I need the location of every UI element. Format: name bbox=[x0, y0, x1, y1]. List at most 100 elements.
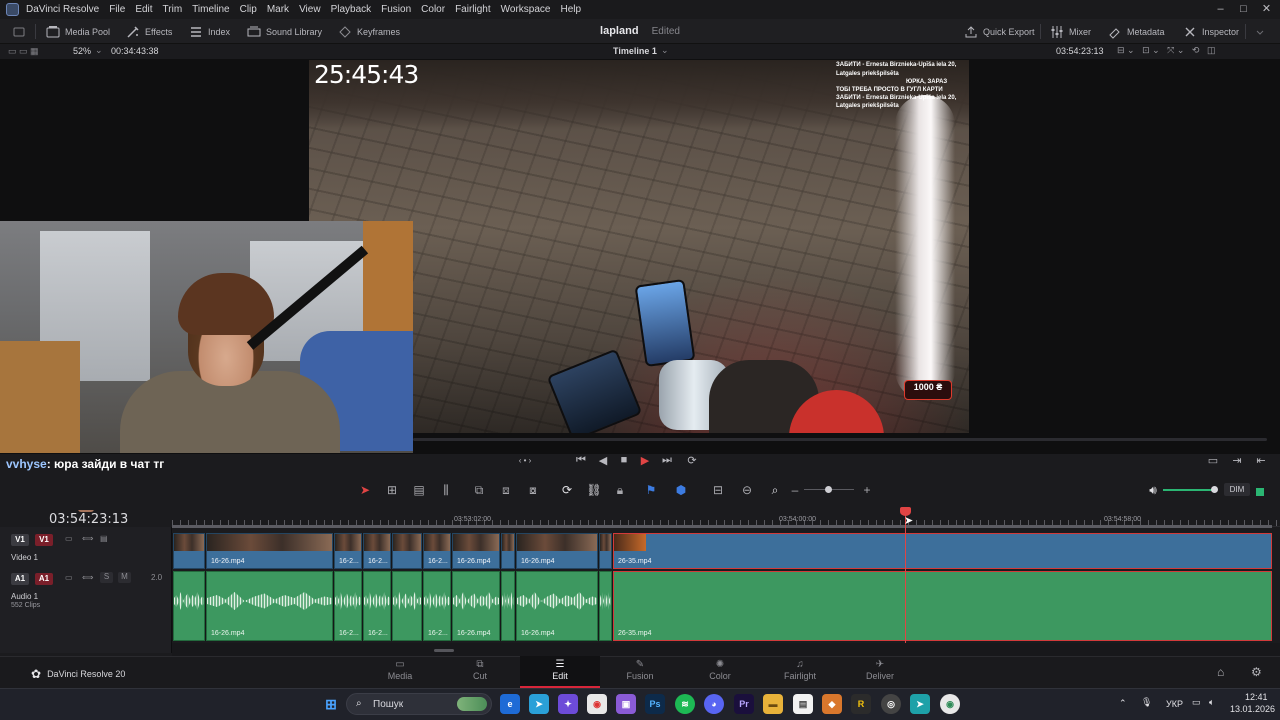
video-clip[interactable]: 16-2... bbox=[423, 533, 451, 569]
audio-clip[interactable]: 16-2... bbox=[334, 571, 362, 641]
copilot-icon[interactable]: ✦ bbox=[558, 694, 578, 714]
menu-playback[interactable]: Playback bbox=[326, 0, 377, 19]
notepad-icon[interactable]: ▤ bbox=[793, 694, 813, 714]
menu-fusion[interactable]: Fusion bbox=[376, 0, 416, 19]
tray-chevron-icon[interactable]: ⌃ bbox=[1119, 698, 1127, 709]
auto-select-icon[interactable]: ⟺ bbox=[82, 573, 93, 582]
menu-mark[interactable]: Mark bbox=[262, 0, 294, 19]
marker-icon[interactable]: ⬢ bbox=[672, 481, 690, 499]
menu-view[interactable]: View bbox=[294, 0, 326, 19]
volume-slider-handle[interactable] bbox=[1211, 486, 1218, 493]
lock-track-icon[interactable]: ▭ bbox=[65, 573, 73, 582]
zoom-detail-icon[interactable]: ⊖ bbox=[738, 481, 756, 499]
linked-selection-icon[interactable]: ⛓ bbox=[585, 481, 603, 499]
solo-button[interactable]: S bbox=[100, 572, 113, 583]
mute-button[interactable]: M bbox=[118, 572, 131, 583]
chrome-icon[interactable]: ◉ bbox=[587, 694, 607, 714]
discord-icon[interactable]: ◕ bbox=[704, 694, 724, 714]
menu-help[interactable]: Help bbox=[555, 0, 586, 19]
track-monitor-icon[interactable]: ▤ bbox=[100, 534, 108, 543]
effects-button[interactable]: Effects bbox=[126, 19, 172, 44]
v1-source-badge[interactable]: V1 bbox=[11, 534, 29, 546]
audio-clip[interactable] bbox=[392, 571, 422, 641]
tab-color[interactable]: ✺ Color bbox=[680, 656, 760, 688]
timeline-scrollbar[interactable] bbox=[172, 643, 1280, 656]
keyframes-button[interactable]: Keyframes bbox=[338, 19, 400, 44]
spotify-icon[interactable]: ≋ bbox=[675, 694, 695, 714]
audio-clip[interactable] bbox=[599, 571, 612, 641]
inspector-button[interactable]: Inspector bbox=[1183, 19, 1239, 44]
playhead[interactable] bbox=[905, 513, 906, 643]
reverse-icon[interactable]: ◀ bbox=[595, 452, 611, 468]
viewer-zoom[interactable]: 52% bbox=[73, 46, 91, 56]
loop-icon[interactable]: ⟳ bbox=[684, 452, 700, 468]
chrome-profile-icon[interactable]: ◉ bbox=[940, 694, 960, 714]
video-clip[interactable]: 16-26.mp4 bbox=[452, 533, 500, 569]
quick-export-button[interactable]: Quick Export bbox=[964, 19, 1035, 44]
tab-fairlight[interactable]: ♫ Fairlight bbox=[760, 656, 840, 688]
edge-icon[interactable]: e bbox=[500, 694, 520, 714]
volume-slider[interactable] bbox=[1163, 489, 1213, 491]
tab-fusion[interactable]: ✎ Fusion bbox=[600, 656, 680, 688]
replace-clip-icon[interactable]: ⧇ bbox=[524, 481, 542, 499]
menu-trim[interactable]: Trim bbox=[158, 0, 188, 19]
insert-clip-icon[interactable]: ⧉ bbox=[470, 481, 488, 499]
app-r-icon[interactable]: R bbox=[851, 694, 871, 714]
zoom-slider-handle[interactable] bbox=[825, 486, 832, 493]
overwrite-clip-icon[interactable]: ⧈ bbox=[497, 481, 515, 499]
next-edit-icon[interactable]: ⇥ bbox=[1229, 452, 1245, 468]
audio-clip-selected[interactable]: 26-35.mp4 bbox=[613, 571, 1272, 641]
trim-tool-icon[interactable]: ⊞ bbox=[383, 481, 401, 499]
lock-icon[interactable]: 🔒︎ bbox=[611, 481, 629, 499]
a1-source-badge[interactable]: A1 bbox=[11, 573, 29, 585]
dim-button[interactable]: DIM bbox=[1224, 483, 1250, 496]
audio-clip[interactable]: 16-26.mp4 bbox=[516, 571, 598, 641]
timeline-name[interactable]: Timeline 1 bbox=[613, 46, 657, 56]
maximize-icon[interactable]: □ bbox=[1236, 2, 1251, 17]
flag-icon[interactable]: ⚑ bbox=[642, 481, 660, 499]
speaker-icon[interactable]: 🔈︎ bbox=[1209, 697, 1214, 708]
snapping-icon[interactable]: ⟳ bbox=[558, 481, 576, 499]
video-clip[interactable] bbox=[173, 533, 205, 569]
close-icon[interactable]: ✕ bbox=[1259, 2, 1274, 17]
zoom-full-icon[interactable]: ⊟ bbox=[709, 481, 727, 499]
stop-icon[interactable]: ■ bbox=[616, 452, 632, 468]
audio-clip[interactable]: 16-2... bbox=[423, 571, 451, 641]
language-indicator[interactable]: УКР bbox=[1166, 699, 1183, 709]
file-explorer-icon[interactable]: ▬ bbox=[763, 694, 783, 714]
mixer-button[interactable]: Mixer bbox=[1050, 19, 1091, 44]
home-icon[interactable]: ⌂ bbox=[1217, 665, 1224, 679]
audio-clip[interactable] bbox=[501, 571, 515, 641]
video-clip[interactable]: 16-2... bbox=[334, 533, 362, 569]
audio-clip[interactable]: 16-2... bbox=[363, 571, 391, 641]
menu-clip[interactable]: Clip bbox=[235, 0, 262, 19]
video-clip[interactable] bbox=[599, 533, 612, 569]
windows-start-icon[interactable]: ⊞ bbox=[321, 694, 341, 714]
taskbar-search[interactable]: ⌕ Пошук bbox=[346, 693, 492, 715]
tab-edit[interactable]: ☰ Edit bbox=[520, 656, 600, 688]
clock-time[interactable]: 12:41 bbox=[1245, 692, 1268, 702]
go-to-end-icon[interactable]: ⏭ bbox=[659, 452, 675, 468]
microphone-icon[interactable]: 🎙︎ bbox=[1141, 697, 1152, 708]
toggle-panel-icon[interactable] bbox=[12, 19, 26, 44]
menu-fairlight[interactable]: Fairlight bbox=[450, 0, 496, 19]
fl-studio-icon[interactable]: ◆ bbox=[822, 694, 842, 714]
video-clip[interactable] bbox=[392, 533, 422, 569]
zoom-out-icon[interactable]: – bbox=[786, 481, 804, 499]
media-pool-button[interactable]: Media Pool bbox=[46, 19, 110, 44]
menu-edit[interactable]: Edit bbox=[130, 0, 157, 19]
index-button[interactable]: Index bbox=[189, 19, 230, 44]
v1-dest-badge[interactable]: V1 bbox=[35, 534, 53, 546]
audio-clip[interactable]: 16-26.mp4 bbox=[452, 571, 500, 641]
dynamic-trim-icon[interactable]: ▤ bbox=[410, 481, 428, 499]
viewer-layout-icon[interactable]: ▭ ▭ ▦ bbox=[8, 46, 39, 57]
collapse-panel-icon[interactable] bbox=[1253, 19, 1267, 44]
audio-clip[interactable] bbox=[173, 571, 205, 641]
tab-cut[interactable]: ⧉ Cut bbox=[440, 656, 520, 688]
blade-tool-icon[interactable]: ⫼ bbox=[437, 481, 455, 499]
clock-date[interactable]: 13.01.2026 bbox=[1230, 704, 1275, 714]
twitch-icon[interactable]: ▣ bbox=[616, 694, 636, 714]
chevron-down-icon[interactable]: ⌄ bbox=[95, 45, 103, 56]
selection-tool-icon[interactable]: ➤ bbox=[356, 481, 374, 499]
video-clip[interactable]: 16-26.mp4 bbox=[206, 533, 333, 569]
